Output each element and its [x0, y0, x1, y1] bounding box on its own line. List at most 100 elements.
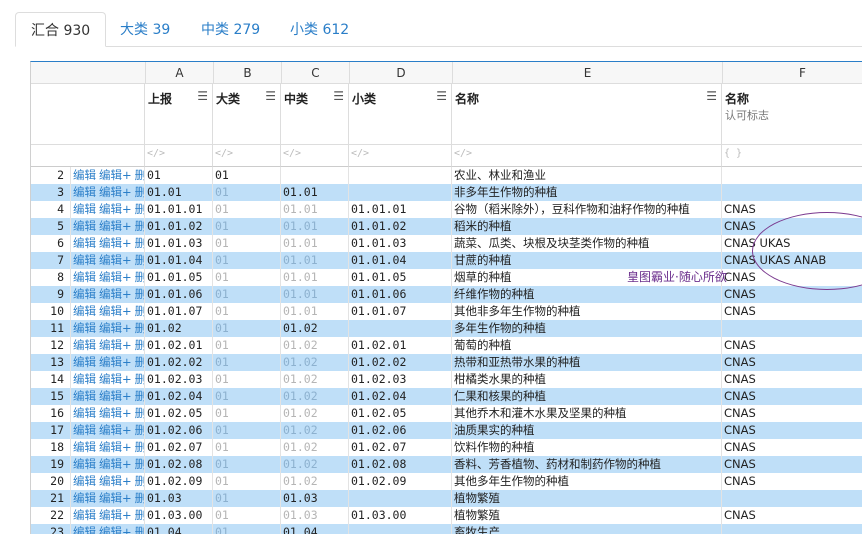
table-row[interactable]: 19编辑编辑+删除01.02.080101.0201.02.08香料、芳香植物、… [31, 456, 862, 473]
row-number[interactable]: 18 [31, 439, 71, 456]
delete-link[interactable]: 删除 [135, 457, 144, 471]
cell-minor[interactable]: 01.02.01 [349, 337, 452, 354]
edit-plus-link[interactable]: 编辑+ [99, 304, 132, 318]
cell-minor[interactable] [349, 320, 452, 337]
header-minor[interactable]: 小类 ☰ [349, 84, 452, 145]
column-menu-icon[interactable]: ☰ [333, 89, 344, 103]
table-row[interactable]: 15编辑编辑+删除01.02.040101.0201.02.04仁果和核果的种植… [31, 388, 862, 405]
row-number[interactable]: 19 [31, 456, 71, 473]
cell-minor[interactable] [349, 490, 452, 507]
cell-minor[interactable]: 01.02.02 [349, 354, 452, 371]
cell-reported[interactable]: 01.01.04 [145, 252, 213, 269]
edit-plus-link[interactable]: 编辑+ [99, 491, 132, 505]
delete-link[interactable]: 删除 [135, 270, 144, 284]
cell-accreditation[interactable]: CNAS UKAS [722, 235, 862, 252]
edit-link[interactable]: 编辑 [73, 440, 96, 454]
filter-middle[interactable]: </> [281, 145, 349, 167]
delete-link[interactable]: 删除 [135, 321, 144, 335]
col-letter-b[interactable]: B [213, 62, 281, 84]
edit-link[interactable]: 编辑 [73, 270, 96, 284]
header-name[interactable]: 名称 ☰ [452, 84, 722, 145]
cell-name[interactable]: 其他乔木和灌木水果及坚果的种植 [452, 405, 722, 422]
table-row[interactable]: 9编辑编辑+删除01.01.060101.0101.01.06纤维作物的种植CN… [31, 286, 862, 303]
column-menu-icon[interactable]: ☰ [436, 89, 447, 103]
edit-plus-link[interactable]: 编辑+ [99, 338, 132, 352]
cell-reported[interactable]: 01 [145, 167, 213, 184]
cell-reported[interactable]: 01.01 [145, 184, 213, 201]
cell-accreditation[interactable]: CNAS [722, 337, 862, 354]
cell-middle[interactable]: 01.03 [281, 507, 349, 524]
edit-link[interactable]: 编辑 [73, 287, 96, 301]
edit-plus-link[interactable]: 编辑+ [99, 185, 132, 199]
cell-major[interactable]: 01 [213, 218, 281, 235]
row-number[interactable]: 5 [31, 218, 71, 235]
cell-major[interactable]: 01 [213, 269, 281, 286]
delete-link[interactable]: 删除 [135, 236, 144, 250]
table-row[interactable]: 2编辑编辑+删除0101农业、林业和渔业 [31, 167, 862, 184]
cell-minor[interactable]: 01.01.03 [349, 235, 452, 252]
edit-plus-link[interactable]: 编辑+ [99, 389, 132, 403]
cell-name[interactable]: 植物繁殖 [452, 490, 722, 507]
edit-plus-link[interactable]: 编辑+ [99, 440, 132, 454]
cell-middle[interactable]: 01.02 [281, 354, 349, 371]
edit-plus-link[interactable]: 编辑+ [99, 457, 132, 471]
edit-link[interactable]: 编辑 [73, 321, 96, 335]
cell-name[interactable]: 烟草的种植 [452, 269, 722, 286]
cell-reported[interactable]: 01.02.01 [145, 337, 213, 354]
cell-reported[interactable]: 01.03.00 [145, 507, 213, 524]
filter-name[interactable]: </> [452, 145, 722, 167]
edit-plus-link[interactable]: 编辑+ [99, 508, 132, 522]
edit-plus-link[interactable]: 编辑+ [99, 287, 132, 301]
cell-reported[interactable]: 01.01.06 [145, 286, 213, 303]
cell-middle[interactable]: 01.01 [281, 235, 349, 252]
row-number[interactable]: 4 [31, 201, 71, 218]
cell-major[interactable]: 01 [213, 473, 281, 490]
table-row[interactable]: 5编辑编辑+删除01.01.020101.0101.01.02稻米的种植CNAS [31, 218, 862, 235]
cell-name[interactable]: 蔬菜、瓜类、块根及块茎类作物的种植 [452, 235, 722, 252]
delete-link[interactable]: 删除 [135, 372, 144, 386]
table-row[interactable]: 18编辑编辑+删除01.02.070101.0201.02.07饮料作物的种植C… [31, 439, 862, 456]
cell-reported[interactable]: 01.02.02 [145, 354, 213, 371]
cell-accreditation[interactable]: CNAS [722, 388, 862, 405]
cell-name[interactable]: 其他非多年生作物的种植 [452, 303, 722, 320]
row-number[interactable]: 12 [31, 337, 71, 354]
edit-plus-link[interactable]: 编辑+ [99, 321, 132, 335]
table-row[interactable]: 21编辑编辑+删除01.030101.03植物繁殖 [31, 490, 862, 507]
cell-middle[interactable]: 01.01 [281, 252, 349, 269]
cell-minor[interactable]: 01.02.08 [349, 456, 452, 473]
delete-link[interactable]: 删除 [135, 474, 144, 488]
cell-minor[interactable]: 01.02.04 [349, 388, 452, 405]
cell-major[interactable]: 01 [213, 201, 281, 218]
cell-middle[interactable]: 01.02 [281, 456, 349, 473]
cell-middle[interactable]: 01.02 [281, 405, 349, 422]
delete-link[interactable]: 删除 [135, 219, 144, 233]
edit-plus-link[interactable]: 编辑+ [99, 253, 132, 267]
tab-summary[interactable]: 汇合 930 [15, 12, 107, 47]
filter-major[interactable]: </> [213, 145, 281, 167]
table-row[interactable]: 10编辑编辑+删除01.01.070101.0101.01.07其他非多年生作物… [31, 303, 862, 320]
edit-link[interactable]: 编辑 [73, 219, 96, 233]
cell-middle[interactable]: 01.02 [281, 320, 349, 337]
delete-link[interactable]: 删除 [135, 253, 144, 267]
edit-link[interactable]: 编辑 [73, 185, 96, 199]
delete-link[interactable]: 删除 [135, 287, 144, 301]
table-row[interactable]: 14编辑编辑+删除01.02.030101.0201.02.03柑橘类水果的种植… [31, 371, 862, 388]
cell-middle[interactable]: 01.01 [281, 303, 349, 320]
edit-link[interactable]: 编辑 [73, 202, 96, 216]
cell-reported[interactable]: 01.02 [145, 320, 213, 337]
cell-minor[interactable]: 01.02.06 [349, 422, 452, 439]
table-row[interactable]: 20编辑编辑+删除01.02.090101.0201.02.09其他多年生作物的… [31, 473, 862, 490]
filter-reported[interactable]: </> [145, 145, 213, 167]
edit-link[interactable]: 编辑 [73, 168, 96, 182]
edit-link[interactable]: 编辑 [73, 457, 96, 471]
cell-middle[interactable]: 01.01 [281, 218, 349, 235]
cell-major[interactable]: 01 [213, 286, 281, 303]
edit-plus-link[interactable]: 编辑+ [99, 202, 132, 216]
cell-major[interactable]: 01 [213, 184, 281, 201]
cell-name[interactable]: 其他多年生作物的种植 [452, 473, 722, 490]
row-number[interactable]: 21 [31, 490, 71, 507]
cell-major[interactable]: 01 [213, 507, 281, 524]
cell-middle[interactable]: 01.02 [281, 388, 349, 405]
column-menu-icon[interactable]: ☰ [265, 89, 276, 103]
delete-link[interactable]: 删除 [135, 185, 144, 199]
